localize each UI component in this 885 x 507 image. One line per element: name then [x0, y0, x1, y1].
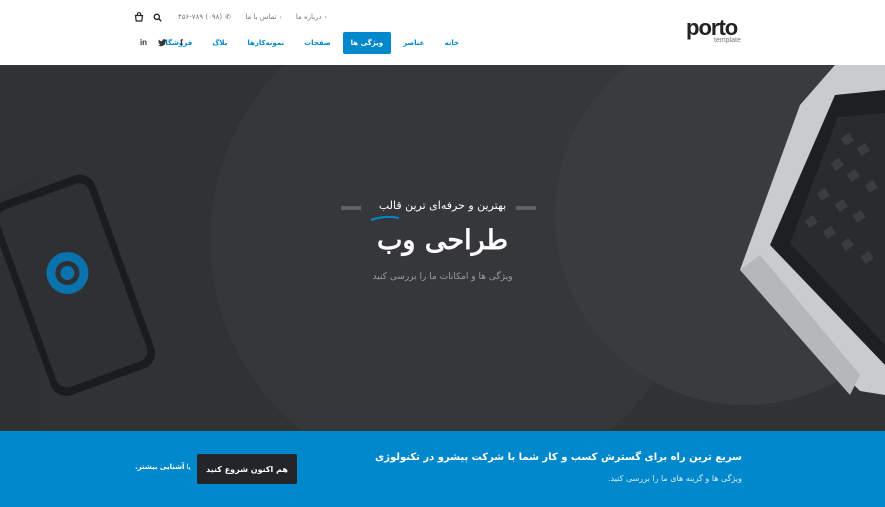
- header-tools: [133, 10, 163, 24]
- nav-item-portfolio[interactable]: نمونه‌کارها: [239, 32, 292, 54]
- cta-title: سریع ترین راه برای گسترش کسب و کار شما ب…: [375, 452, 742, 463]
- top-links: ‹ درباره ما ‹ تماس با ما: [245, 10, 327, 24]
- logo[interactable]: porto template: [686, 16, 746, 46]
- hero-section: بهترین و حرفه‌ای ترین قالب طراحی وب ویژگ…: [0, 65, 885, 431]
- phone-number-text: (۰۹۸) ۴۵۶-۷۸۹: [178, 13, 223, 21]
- top-link-contact[interactable]: ‹ تماس با ما: [245, 13, 282, 21]
- nav-item-elements[interactable]: عناصر: [395, 32, 432, 54]
- start-now-button[interactable]: هم اکنون شروع کنید: [197, 454, 297, 484]
- nav-item-blog[interactable]: بلاگ: [204, 32, 235, 54]
- learn-more: یا آشنایی بیشتر.: [135, 463, 191, 471]
- hero-subtitle: ویژگی ها و امکانات ما را بررسی کنید: [372, 272, 513, 282]
- cart-icon[interactable]: [133, 10, 145, 24]
- phone-number[interactable]: ✆ (۰۹۸) ۴۵۶-۷۸۹: [178, 10, 231, 24]
- top-link-about[interactable]: ‹ درباره ما: [296, 13, 327, 21]
- search-icon[interactable]: [151, 10, 163, 24]
- hero-title: طراحی وب: [377, 225, 508, 256]
- top-link-contact-label: تماس با ما: [245, 13, 277, 21]
- twitter-icon[interactable]: [155, 35, 170, 50]
- learn-more-prefix: یا: [186, 463, 191, 471]
- linkedin-icon[interactable]: in: [136, 35, 151, 50]
- chevron-left-icon: ‹: [279, 13, 282, 21]
- phone-icon: ✆: [225, 13, 231, 21]
- site-header: porto template ‹ درباره ما ‹ تماس با ما ✆ …: [0, 0, 885, 65]
- cta-section: سریع ترین راه برای گسترش کسب و کار شما ب…: [0, 431, 885, 507]
- nav-item-features[interactable]: ویژگی ها: [342, 32, 392, 54]
- learn-more-link[interactable]: آشنایی بیشتر.: [135, 463, 184, 471]
- facebook-icon[interactable]: f: [174, 35, 189, 50]
- top-link-about-label: درباره ما: [295, 13, 322, 21]
- social-links: in f: [136, 35, 189, 50]
- logo-subtitle: template: [714, 37, 741, 44]
- main-nav: خانه عناصر ویژگی ها صفحات نمونه‌کارها بل…: [153, 32, 467, 54]
- cta-subtitle: ویژگی ها و گزینه های ما را بررسی کنید.: [608, 474, 742, 483]
- chevron-left-icon: ‹: [324, 13, 327, 21]
- nav-item-pages[interactable]: صفحات: [296, 32, 339, 54]
- nav-item-home[interactable]: خانه: [436, 32, 467, 54]
- hero-pretitle: بهترین و حرفه‌ای ترین قالب: [378, 199, 507, 212]
